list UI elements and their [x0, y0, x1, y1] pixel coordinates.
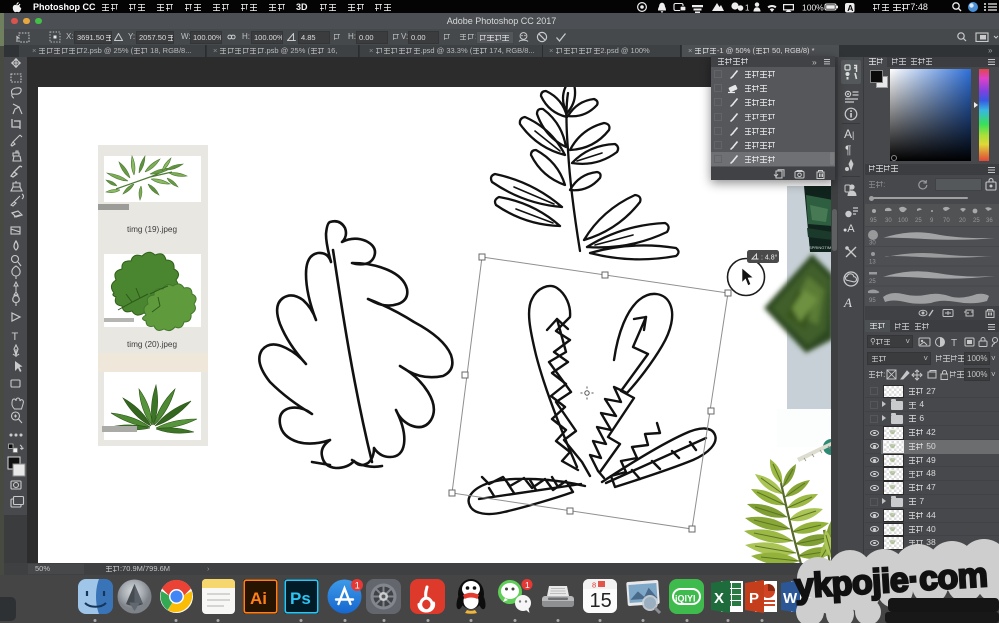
svg-text:25: 25: [869, 279, 876, 285]
svg-text:T: T: [12, 331, 19, 343]
svg-text:95: 95: [869, 298, 876, 304]
svg-text:: 4.8°: : 4.8°: [761, 254, 778, 262]
svg-text:1: 1: [355, 581, 360, 591]
svg-text:iQIYI: iQIYI: [675, 594, 696, 604]
svg-text:A: A: [847, 3, 853, 13]
svg-text:30: 30: [869, 241, 876, 247]
svg-text:timg (20).jpeg: timg (20).jpeg: [127, 340, 178, 349]
svg-text:25: 25: [973, 218, 980, 224]
svg-text:95: 95: [870, 218, 877, 224]
svg-text:1: 1: [745, 4, 750, 13]
svg-text:1: 1: [525, 580, 530, 590]
svg-text:100: 100: [898, 218, 909, 224]
svg-text:P: P: [749, 590, 759, 607]
svg-text:30: 30: [885, 218, 892, 224]
svg-text:timg (19).jpeg: timg (19).jpeg: [127, 225, 178, 234]
svg-text:9: 9: [930, 218, 934, 224]
svg-text:15: 15: [590, 590, 612, 612]
svg-text:Ai: Ai: [250, 589, 267, 608]
svg-text:8: 8: [592, 581, 596, 590]
svg-text:36: 36: [986, 218, 993, 224]
svg-text:X: X: [714, 590, 724, 607]
svg-text:100%: 100%: [802, 3, 824, 13]
svg-text:70: 70: [943, 218, 950, 224]
svg-text:SPRINGTIME: SPRINGTIME: [809, 245, 831, 250]
svg-text:25: 25: [915, 218, 922, 224]
svg-text:T: T: [951, 338, 957, 348]
svg-text:20: 20: [959, 218, 966, 224]
svg-text:13: 13: [869, 260, 876, 266]
svg-text:Ps: Ps: [290, 589, 311, 608]
